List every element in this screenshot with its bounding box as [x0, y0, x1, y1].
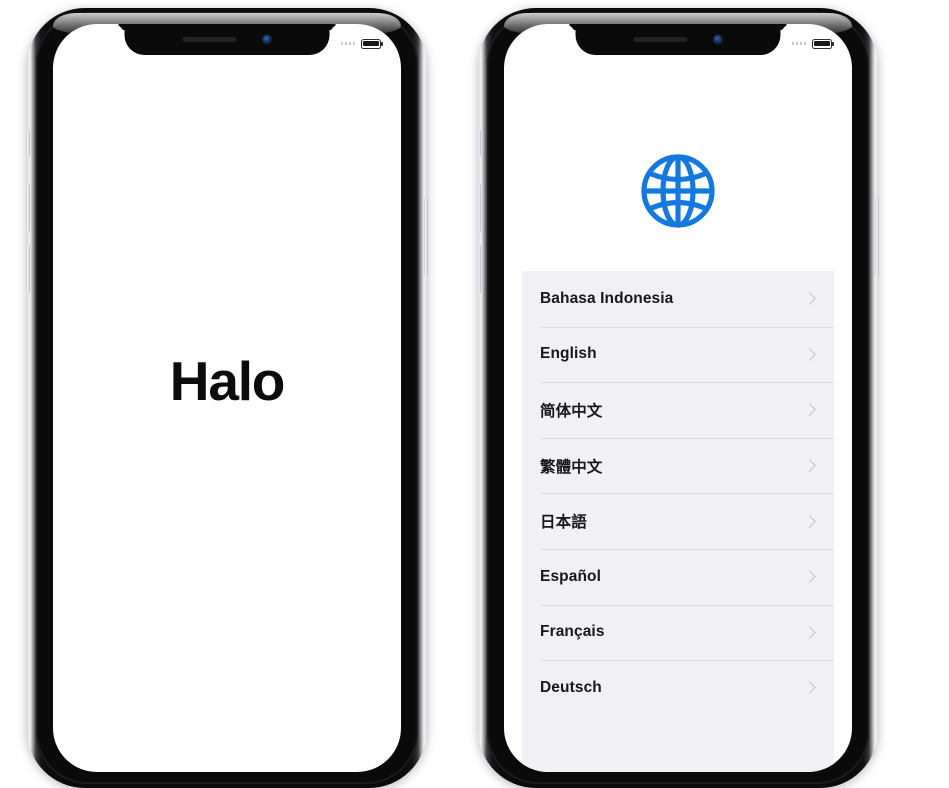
right-phone-bezel: Bahasa Indonesia English 简体中文 繁體中文 日本語 E…: [487, 12, 869, 784]
mute-switch-button[interactable]: [26, 130, 30, 156]
language-label: Deutsch: [540, 678, 602, 696]
chevron-right-icon: [803, 681, 816, 695]
chevron-right-icon: [803, 348, 816, 361]
language-row-espanol[interactable]: Español: [522, 548, 834, 605]
chevron-right-icon: [803, 570, 816, 584]
right-phone-device: Bahasa Indonesia English 简体中文 繁體中文 日本語 E…: [477, 8, 879, 788]
language-row-francais[interactable]: Français: [522, 604, 834, 661]
side-power-button[interactable]: [424, 198, 428, 276]
left-phone-bezel: Halo: [36, 12, 418, 784]
language-label: English: [540, 345, 597, 363]
volume-down-button[interactable]: [26, 245, 30, 293]
language-label: Bahasa Indonesia: [540, 289, 674, 307]
language-row-deutsch[interactable]: Deutsch: [522, 660, 834, 716]
mute-switch-button-right[interactable]: [477, 130, 481, 156]
language-label: Español: [540, 567, 601, 585]
globe-icon: [641, 154, 715, 228]
right-status-bar-right: [791, 38, 832, 49]
language-label: Français: [540, 623, 605, 641]
language-label: 简体中文: [540, 402, 603, 420]
language-row-english[interactable]: English: [522, 326, 834, 383]
signal-bars-icon: [791, 42, 806, 45]
volume-up-button-right[interactable]: [477, 184, 481, 232]
chevron-right-icon: [803, 292, 816, 306]
chevron-right-icon: [803, 459, 816, 472]
left-phone-notch: [124, 24, 330, 55]
right-phone-screen: Bahasa Indonesia English 简体中文 繁體中文 日本語 E…: [504, 24, 852, 772]
globe-icon-container: [504, 153, 852, 229]
language-label: 繁體中文: [540, 458, 603, 476]
language-row-japanese[interactable]: 日本語: [522, 493, 834, 549]
greeting-text: Halo: [169, 350, 286, 412]
language-label: 日本語: [540, 514, 587, 532]
volume-up-button[interactable]: [26, 184, 30, 232]
side-power-button-right[interactable]: [875, 198, 879, 276]
chevron-right-icon: [803, 403, 816, 417]
right-phone-notch: [575, 24, 781, 55]
earpiece-speaker-icon: [182, 37, 237, 42]
language-row-traditional-chinese[interactable]: 繁體中文: [522, 437, 834, 494]
volume-down-button-right[interactable]: [477, 245, 481, 293]
earpiece-speaker-icon: [633, 37, 688, 42]
language-row-simplified-chinese[interactable]: 简体中文: [522, 382, 834, 438]
chevron-right-icon: [803, 514, 816, 528]
screenshot-stage: Halo Bahasa Indonesia English 简体中文 繁體中文 …: [0, 0, 949, 788]
chevron-right-icon: [803, 625, 816, 639]
language-row-bahasa-indonesia[interactable]: Bahasa Indonesia: [522, 271, 834, 327]
greeting-container: Halo: [53, 24, 401, 772]
front-camera-icon: [262, 35, 272, 44]
front-camera-icon: [713, 35, 723, 44]
language-list: Bahasa Indonesia English 简体中文 繁體中文 日本語 E…: [522, 271, 834, 772]
left-status-bar-right: [340, 38, 381, 49]
battery-icon: [812, 38, 832, 49]
battery-icon: [361, 38, 381, 49]
signal-bars-icon: [340, 42, 355, 45]
left-phone-screen: Halo: [53, 24, 401, 772]
left-phone-device: Halo: [26, 8, 428, 788]
